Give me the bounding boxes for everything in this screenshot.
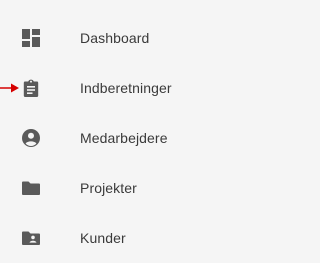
sidebar-item-dashboard[interactable]: Dashboard xyxy=(0,13,257,63)
sidebar-item-label: Indberetninger xyxy=(80,80,172,96)
sidebar-item-medarbejdere[interactable]: Medarbejdere xyxy=(0,113,257,163)
contact-card-icon xyxy=(22,229,40,247)
folder-icon xyxy=(22,179,40,197)
sidebar-item-label: Projekter xyxy=(80,180,137,196)
sidebar-item-projekter[interactable]: Projekter xyxy=(0,163,257,213)
account-circle-icon xyxy=(22,129,40,147)
sidebar-item-kunder[interactable]: Kunder xyxy=(0,213,257,263)
sidebar-item-indberetninger[interactable]: Indberetninger xyxy=(0,63,257,113)
sidebar-nav: Dashboard Indberetninger Medarbejdere Pr… xyxy=(0,13,257,263)
sidebar-item-label: Kunder xyxy=(80,230,126,246)
sidebar-item-label: Medarbejdere xyxy=(80,130,168,146)
annotation-arrow-icon xyxy=(0,81,20,95)
sidebar-item-label: Dashboard xyxy=(80,30,150,46)
clipboard-icon xyxy=(22,79,40,97)
dashboard-icon xyxy=(22,29,40,47)
